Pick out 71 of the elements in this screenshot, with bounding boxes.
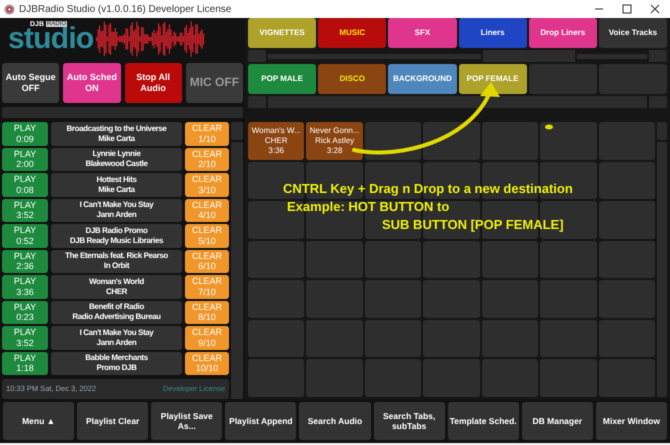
clear-button[interactable]: CLEAR 5/10 bbox=[185, 224, 229, 248]
category-tab[interactable]: Liners bbox=[458, 18, 527, 48]
waveform-icon bbox=[96, 19, 206, 60]
track-info: I Can't Make You Stay Jann Arden bbox=[51, 326, 182, 350]
clear-button[interactable]: CLEAR 2/10 bbox=[185, 148, 229, 171]
play-button[interactable]: PLAY 0:52 bbox=[2, 224, 48, 248]
clear-button[interactable]: CLEAR 8/10 bbox=[185, 300, 229, 324]
track-info: Lynnie Lynnie Blakewood Castle bbox=[51, 148, 182, 171]
play-button[interactable]: PLAY 0:09 bbox=[2, 122, 48, 146]
hot-button[interactable]: Woman's W... CHER 3:36 bbox=[248, 122, 304, 160]
sub-tab[interactable] bbox=[528, 64, 597, 94]
toolbar-button[interactable]: Playlist Append bbox=[225, 402, 296, 440]
sub-tab[interactable] bbox=[598, 64, 668, 94]
clear-button[interactable]: CLEAR 3/10 bbox=[185, 173, 229, 196]
track-info: Woman's World CHER bbox=[51, 275, 182, 298]
annotation-text: CNTRL Key + Drag n Drop to a new destination bbox=[283, 180, 573, 198]
clear-button[interactable]: CLEAR 9/10 bbox=[185, 326, 229, 350]
sub-tab[interactable]: POP FEMALE bbox=[458, 64, 527, 94]
toolbar-button[interactable]: Playlist Clear bbox=[77, 402, 148, 440]
scrollbar-track[interactable] bbox=[231, 142, 243, 399]
hot-button[interactable]: Never Gonn... Rick Astley 3:28 bbox=[306, 122, 363, 160]
play-button[interactable]: PLAY 1:18 bbox=[2, 352, 48, 375]
toolbar-button[interactable]: DB Manager bbox=[522, 402, 593, 440]
play-button[interactable]: PLAY 2:36 bbox=[2, 250, 48, 273]
track-info: Babble Merchants Promo DJB bbox=[51, 352, 182, 375]
toolbar-button[interactable]: Playlist Save As... bbox=[151, 402, 222, 440]
maximize-icon[interactable] bbox=[622, 4, 632, 14]
annotation-text: SUB BUTTON [POP FEMALE] bbox=[382, 216, 564, 234]
play-button[interactable]: PLAY 3:52 bbox=[2, 326, 48, 350]
app-icon bbox=[4, 4, 15, 14]
clear-button[interactable]: CLEAR 1/10 bbox=[185, 122, 229, 146]
clear-button[interactable]: CLEAR 4/10 bbox=[185, 198, 229, 222]
clear-button[interactable]: CLEAR 10/10 bbox=[185, 352, 229, 375]
track-info: I Can't Make You Stay Jann Arden bbox=[51, 198, 182, 222]
sub-tab[interactable]: DISCO bbox=[318, 64, 386, 94]
control-button[interactable]: MIC OFF bbox=[186, 62, 243, 103]
clear-button[interactable]: CLEAR 6/10 bbox=[185, 250, 229, 273]
track-info: Hottest Hits Mike Carta bbox=[51, 173, 182, 196]
category-tab[interactable]: MUSIC bbox=[318, 18, 386, 48]
play-button[interactable]: PLAY 2:00 bbox=[2, 148, 48, 171]
category-tab[interactable]: SFX bbox=[388, 18, 457, 48]
control-button[interactable]: Stop All Audio bbox=[124, 62, 182, 103]
category-tab[interactable]: Drop Liners bbox=[528, 18, 597, 48]
annotation-dot bbox=[545, 124, 553, 130]
toolbar-button[interactable]: Search Tabs, subTabs bbox=[374, 402, 445, 440]
close-icon[interactable] bbox=[650, 4, 660, 14]
sub-tab[interactable]: BACKGROUND bbox=[388, 64, 457, 94]
play-button[interactable]: PLAY 3:52 bbox=[2, 198, 48, 222]
play-button[interactable]: PLAY 0:08 bbox=[2, 173, 48, 196]
track-info: Benefit of Radio Radio Advertising Bureau bbox=[51, 300, 182, 324]
toolbar-button[interactable]: Search Audio bbox=[299, 402, 371, 440]
track-info: Broadcasting to the Universe Mike Carta bbox=[51, 122, 182, 146]
sub-tab[interactable]: POP MALE bbox=[248, 64, 316, 94]
window-title: DJBRadio Studio (v1.0.0.16) Developer License bbox=[19, 2, 232, 16]
control-button[interactable]: Auto Sched ON bbox=[63, 62, 120, 103]
toolbar-button[interactable]: Mixer Window bbox=[596, 402, 667, 440]
track-info: The Eternals feat. Rick Pearso In Orbit bbox=[51, 250, 182, 273]
hot-button[interactable] bbox=[423, 122, 480, 160]
toolbar-button[interactable]: Menu ▲ bbox=[3, 402, 74, 440]
clear-button[interactable]: CLEAR 7/10 bbox=[185, 275, 229, 298]
toolbar-button[interactable]: Template Sched. bbox=[448, 402, 519, 440]
play-button[interactable]: PLAY 0:23 bbox=[2, 300, 48, 324]
control-scrollbar[interactable] bbox=[2, 106, 243, 118]
sub-tab-scrollbar[interactable] bbox=[248, 96, 667, 108]
control-button[interactable]: Auto Segue OFF bbox=[2, 62, 60, 103]
annotation-text: Example: HOT BUTTON to bbox=[287, 198, 450, 216]
category-tab[interactable]: Voice Tracks bbox=[598, 18, 668, 48]
category-tab[interactable]: VIGNETTES bbox=[248, 18, 316, 48]
scrollbar-button[interactable] bbox=[231, 122, 243, 140]
play-button[interactable]: PLAY 3:36 bbox=[2, 275, 48, 298]
track-info: DJB Radio Promo DJB Ready Music Libraries bbox=[51, 224, 182, 248]
